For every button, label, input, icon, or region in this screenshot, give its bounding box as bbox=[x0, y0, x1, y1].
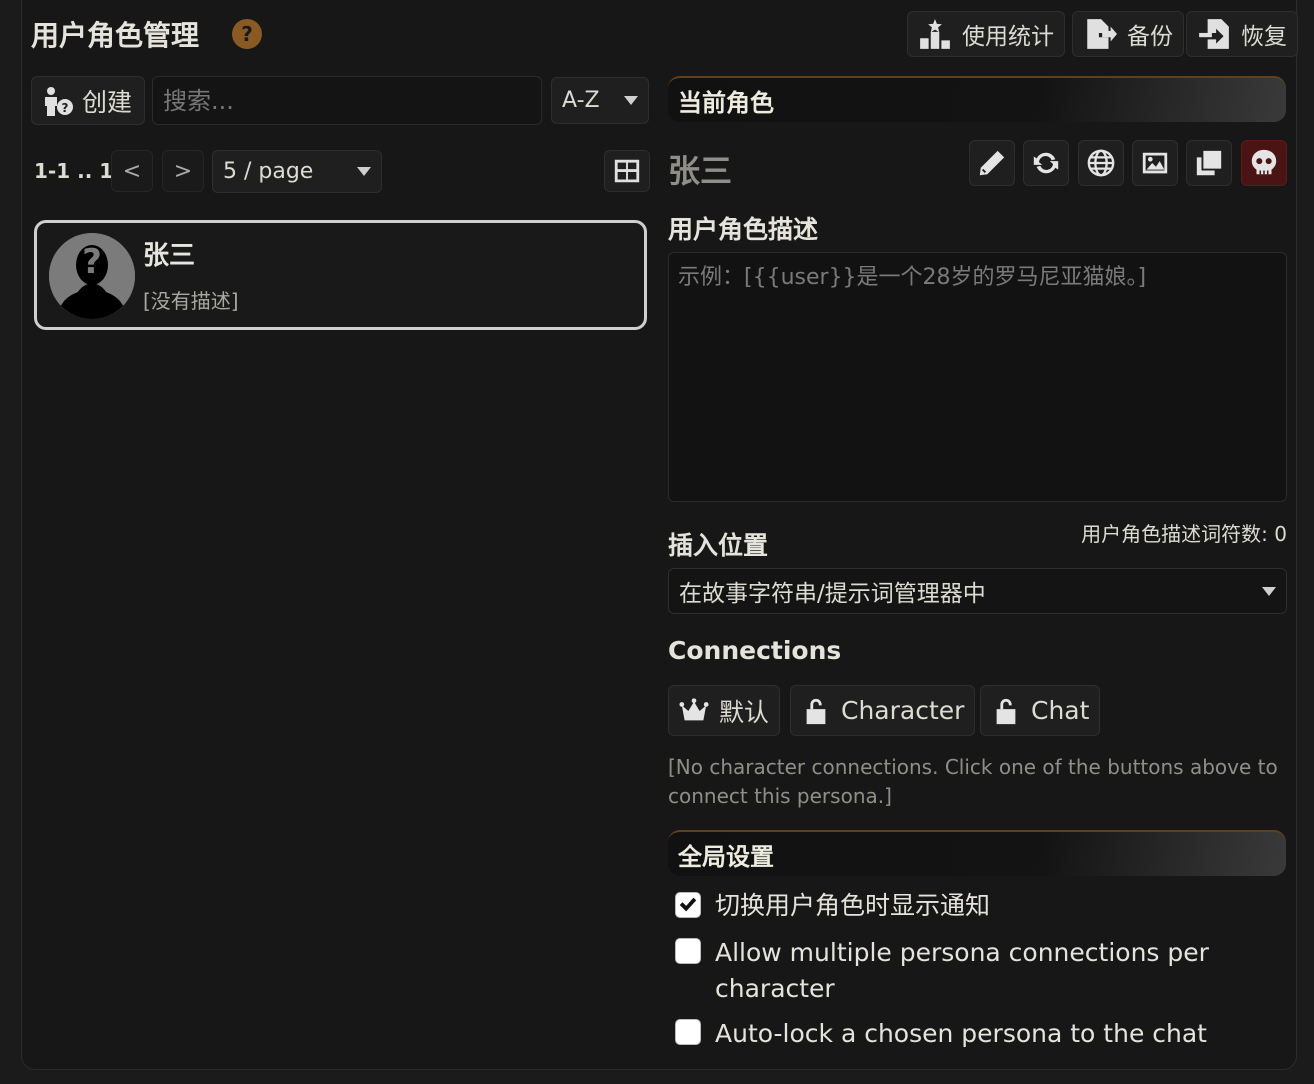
svg-text:?: ? bbox=[62, 101, 69, 115]
unlock-icon bbox=[996, 698, 1016, 724]
help-icon[interactable]: ? bbox=[232, 19, 262, 49]
chevron-down-icon bbox=[1262, 586, 1276, 596]
skull-icon bbox=[1251, 149, 1277, 175]
global-settings-header: 全局设置 bbox=[668, 830, 1286, 876]
svg-text:?: ? bbox=[82, 242, 102, 282]
chat-lock-button[interactable]: Chat bbox=[980, 685, 1101, 736]
table-icon bbox=[614, 159, 640, 183]
unknown-user-icon: ? bbox=[49, 233, 135, 319]
grid-view-button[interactable] bbox=[604, 150, 650, 192]
restore-button[interactable]: 恢复 bbox=[1186, 11, 1298, 57]
persona-name: 张三 bbox=[143, 241, 196, 271]
description-textarea[interactable] bbox=[668, 252, 1287, 502]
chat-label: Chat bbox=[1031, 696, 1090, 725]
chevron-down-icon bbox=[624, 96, 638, 105]
position-value: 在故事字符串/提示词管理器中 bbox=[679, 581, 986, 607]
duplicate-button[interactable] bbox=[1186, 140, 1232, 186]
auto-lock-checkbox[interactable] bbox=[675, 1019, 701, 1045]
pagination-info: 1-1 .. 1 bbox=[34, 159, 114, 183]
globe-icon bbox=[1087, 149, 1115, 177]
position-select[interactable]: 在故事字符串/提示词管理器中 bbox=[668, 568, 1287, 614]
copy-icon bbox=[1196, 150, 1222, 176]
file-export-icon bbox=[1087, 19, 1117, 49]
character-lock-button[interactable]: Character bbox=[790, 685, 976, 736]
multi-connections-checkbox[interactable] bbox=[675, 938, 701, 964]
avatar: ? bbox=[49, 233, 135, 319]
restore-label: 恢复 bbox=[1241, 24, 1287, 50]
persona-card[interactable]: ? 张三 [没有描述] bbox=[34, 220, 647, 330]
file-import-icon bbox=[1199, 19, 1229, 49]
multi-connections-label: Allow multiple persona connections per c… bbox=[715, 938, 1209, 1003]
position-label: 插入位置 bbox=[668, 531, 769, 560]
sort-select[interactable]: A-Z bbox=[551, 77, 649, 124]
page-size-value: 5 / page bbox=[223, 159, 314, 184]
pencil-icon bbox=[979, 150, 1005, 176]
user-question-icon: ? bbox=[45, 86, 73, 116]
current-persona-name: 张三 bbox=[668, 152, 733, 190]
unlock-icon bbox=[806, 698, 826, 724]
next-page-button[interactable]: > bbox=[162, 150, 204, 192]
default-persona-button[interactable]: 默认 bbox=[668, 685, 781, 736]
token-count: 用户角色描述词符数: 0 bbox=[1081, 522, 1287, 546]
usage-stats-label: 使用统计 bbox=[962, 24, 1054, 50]
usage-stats-button[interactable]: 使用统计 bbox=[907, 11, 1065, 57]
delete-button[interactable] bbox=[1241, 140, 1287, 186]
refresh-icon bbox=[1033, 152, 1059, 174]
change-image-button[interactable] bbox=[1132, 140, 1178, 186]
persona-description: [没有描述] bbox=[143, 289, 239, 313]
create-label: 创建 bbox=[82, 87, 133, 117]
auto-lock-label: Auto-lock a chosen persona to the chat bbox=[715, 1019, 1207, 1048]
connections-label: Connections bbox=[668, 636, 842, 665]
show-notification-checkbox[interactable] bbox=[675, 892, 701, 918]
rename-button[interactable] bbox=[969, 140, 1015, 186]
current-persona-header: 当前角色 bbox=[668, 76, 1286, 122]
prev-page-button[interactable]: < bbox=[111, 150, 153, 192]
lorebook-button[interactable] bbox=[1078, 140, 1124, 186]
backup-label: 备份 bbox=[1127, 24, 1173, 50]
chevron-down-icon bbox=[357, 167, 371, 176]
character-label: Character bbox=[841, 696, 965, 725]
show-notification-label: 切换用户角色时显示通知 bbox=[715, 891, 991, 920]
backup-button[interactable]: 备份 bbox=[1072, 11, 1184, 57]
connections-note: [No character connections. Click one of … bbox=[668, 755, 1278, 808]
sync-button[interactable] bbox=[1023, 140, 1069, 186]
description-label: 用户角色描述 bbox=[668, 215, 819, 244]
ranking-icon bbox=[920, 19, 950, 49]
default-label: 默认 bbox=[719, 697, 770, 727]
crown-icon bbox=[679, 697, 709, 720]
create-persona-button[interactable]: ? 创建 bbox=[31, 76, 145, 125]
image-icon bbox=[1142, 152, 1168, 174]
search-input[interactable] bbox=[152, 76, 542, 125]
page-size-select[interactable]: 5 / page bbox=[212, 150, 382, 193]
sort-value: A-Z bbox=[562, 88, 600, 113]
checkmark-icon bbox=[679, 897, 697, 912]
page-title: 用户角色管理 bbox=[31, 19, 200, 52]
